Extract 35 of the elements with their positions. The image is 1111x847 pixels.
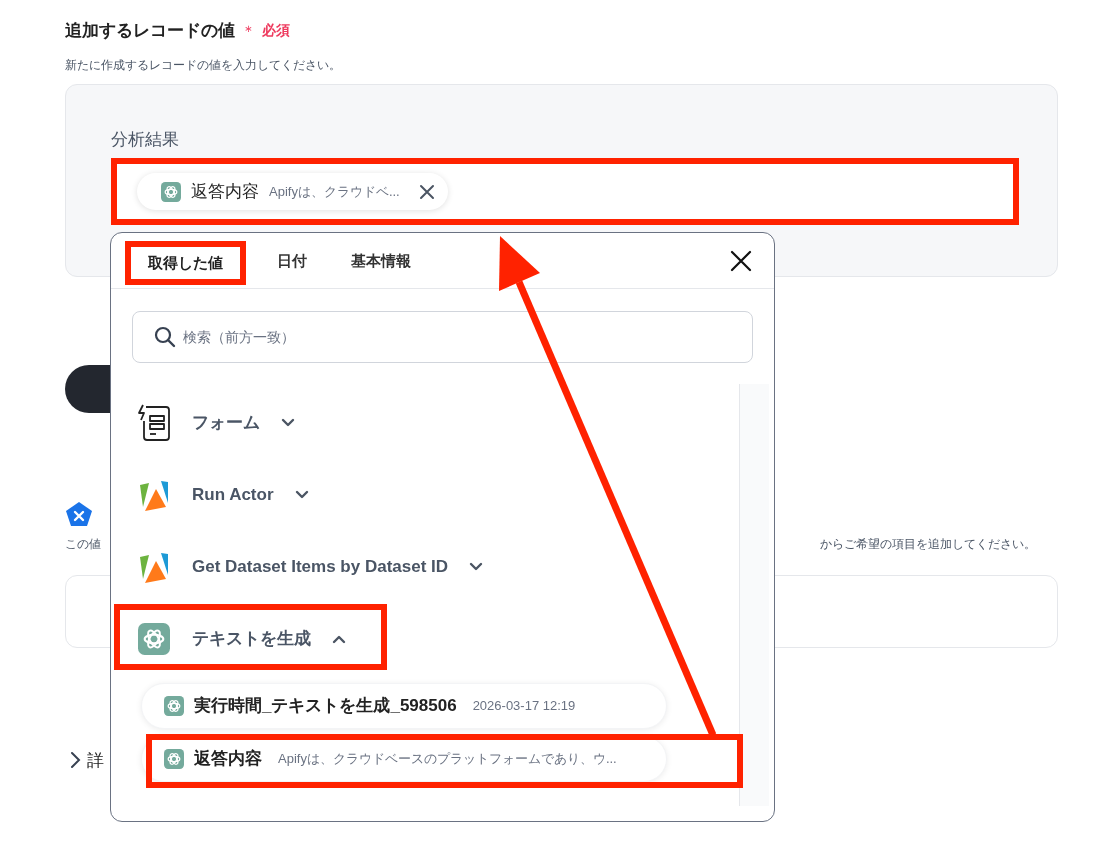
chip-preview: 2026-03-17 12:19 <box>472 697 576 716</box>
close-icon[interactable] <box>730 249 752 272</box>
knot-logo-icon <box>164 696 184 716</box>
source-group[interactable]: Get Dataset Items by Dataset ID <box>111 531 739 603</box>
source-group[interactable]: Run Actor <box>111 459 739 531</box>
section-description: 新たに作成するレコードの値を入力してください。 <box>65 56 342 74</box>
form-icon <box>136 403 172 443</box>
chip-preview: Apifyは、クラウドベースのプラットフォームであり、ウ... <box>278 750 617 769</box>
search-icon <box>154 326 176 348</box>
value-chip[interactable]: 返答内容 Apifyは、クラウドベ... <box>137 173 448 210</box>
tab[interactable]: 取得した値 <box>128 244 243 282</box>
tab[interactable]: 日付 <box>255 233 329 288</box>
source-group[interactable]: フォーム <box>111 387 739 459</box>
close-icon[interactable] <box>417 182 436 201</box>
value-field[interactable]: 返答内容 Apifyは、クラウドベ... <box>111 158 1019 225</box>
tab[interactable]: 基本情報 <box>329 233 433 288</box>
details-label[interactable]: 詳 <box>87 747 104 773</box>
section-title: 追加するレコードの値 <box>65 20 235 42</box>
required-mark: ＊ <box>241 20 256 41</box>
knot-logo-icon <box>138 623 170 655</box>
chip-preview: Apifyは、クラウドベ... <box>269 182 400 201</box>
pentagon-logo-icon <box>65 500 93 527</box>
chevron-right-icon[interactable] <box>69 751 81 770</box>
knot-logo-icon <box>161 181 181 202</box>
field-label: 分析結果 <box>111 128 180 151</box>
description-text: からご希望の項目を追加してください。 <box>820 535 1036 553</box>
source-group[interactable]: テキストを生成 <box>111 603 739 675</box>
chip-name: 実行時間_テキストを生成_598506 <box>194 695 457 718</box>
chip-name: 返答内容 <box>194 748 262 771</box>
description-text: この値 <box>65 535 101 553</box>
value-chip[interactable]: 実行時間_テキストを生成_598506 2026-03-17 12:19 <box>141 683 667 729</box>
knot-logo-icon <box>164 749 184 769</box>
chip-name: 返答内容 <box>191 180 259 203</box>
search-field[interactable]: 検索（前方一致） <box>132 311 753 363</box>
required-label: 必須 <box>262 21 290 41</box>
